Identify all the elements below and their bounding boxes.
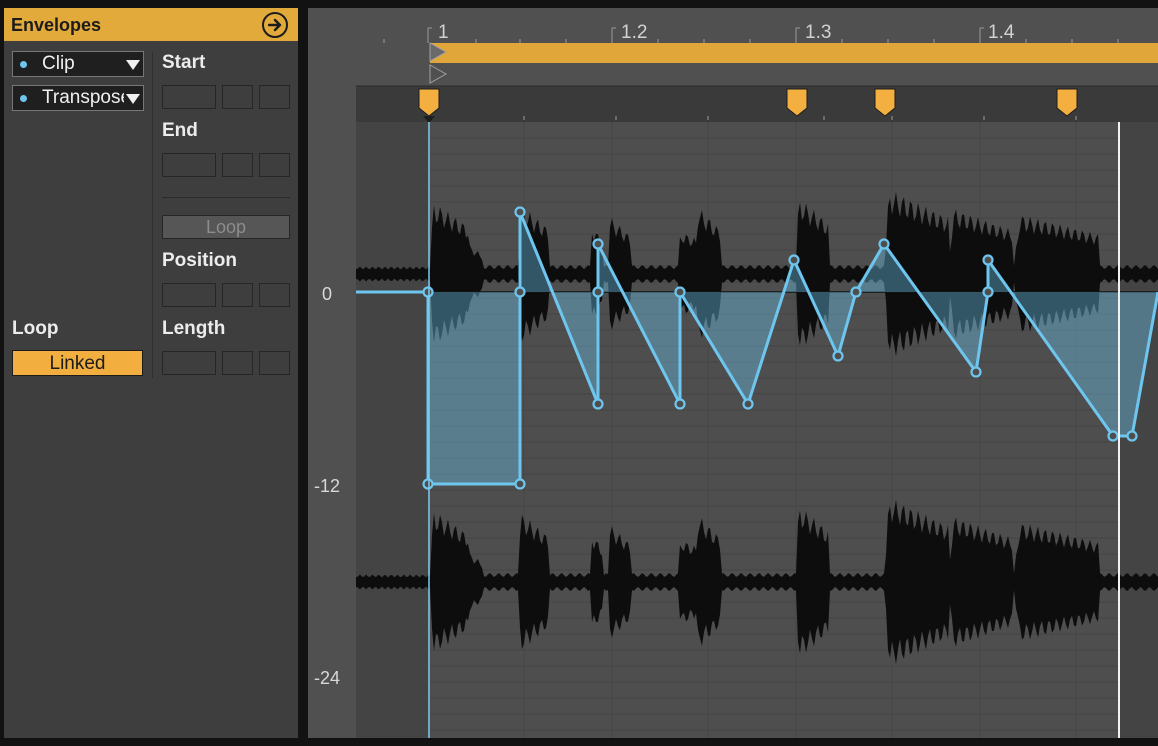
envelope-breakpoint[interactable] (788, 254, 800, 266)
ruler-bar-label: 1.2 (621, 22, 647, 43)
position-sixteenth-field[interactable] (259, 283, 290, 307)
envelopes-panel: Envelopes Clip Transpose Start End Loop … (4, 8, 298, 738)
triangle-down-icon (126, 94, 140, 104)
ruler-bar-label: 1 (438, 22, 449, 43)
triangle-down-icon (126, 60, 140, 70)
axis-label: -24 (314, 668, 340, 688)
envelope-breakpoint[interactable] (592, 238, 604, 250)
envelopes-title: Envelopes (11, 15, 102, 35)
envelope-breakpoint[interactable] (850, 286, 862, 298)
linked-button[interactable]: Linked (12, 350, 143, 376)
envelopes-header: Envelopes (4, 8, 298, 41)
warp-marker-lane[interactable] (356, 86, 1158, 122)
envelope-breakpoint[interactable] (832, 350, 844, 362)
control-chooser-dropdown[interactable]: Transpose (12, 85, 144, 111)
length-beat-field[interactable] (222, 351, 253, 375)
envelope-breakpoint[interactable] (742, 398, 754, 410)
envelope-breakpoint[interactable] (982, 254, 994, 266)
envelope-breakpoint[interactable] (422, 478, 434, 490)
loop-toggle-button[interactable]: Loop (162, 215, 290, 239)
panel-divider (152, 52, 153, 378)
dot-icon (20, 95, 27, 102)
start-sixteenth-field[interactable] (259, 85, 290, 109)
envelope-breakpoint[interactable] (1126, 430, 1138, 442)
end-sixteenth-field[interactable] (259, 153, 290, 177)
envelope-breakpoint[interactable] (1107, 430, 1119, 442)
envelope-breakpoint[interactable] (514, 286, 526, 298)
loop-brace[interactable] (430, 43, 1158, 63)
end-label: End (162, 120, 198, 141)
ruler-bar-label: 1.4 (988, 22, 1015, 43)
dot-icon (20, 61, 27, 68)
length-sixteenth-field[interactable] (259, 351, 290, 375)
envelope-breakpoint[interactable] (592, 398, 604, 410)
envelope-breakpoint[interactable] (674, 398, 686, 410)
start-label: Start (162, 52, 206, 73)
position-beat-field[interactable] (222, 283, 253, 307)
ruler-bar-label: 1.3 (805, 22, 831, 43)
position-label: Position (162, 250, 237, 271)
envelope-breakpoint[interactable] (514, 478, 526, 490)
envelope-breakpoint[interactable] (674, 286, 686, 298)
loop-label: Loop (12, 318, 59, 339)
section-divider (162, 197, 290, 198)
envelope-breakpoint[interactable] (422, 286, 434, 298)
start-bar-field[interactable] (162, 85, 216, 109)
length-bar-field[interactable] (162, 351, 216, 375)
end-bar-field[interactable] (162, 153, 216, 177)
axis-label: 0 (322, 284, 332, 304)
envelope-breakpoint[interactable] (878, 238, 890, 250)
arrow-right-circle-icon[interactable] (262, 12, 288, 38)
control-chooser-label: Transpose (42, 87, 124, 108)
axis-label: -12 (314, 476, 340, 496)
device-chooser-label: Clip (42, 53, 75, 74)
start-beat-field[interactable] (222, 85, 253, 109)
envelope-breakpoint[interactable] (514, 206, 526, 218)
envelope-grid (356, 122, 1158, 738)
envelope-editor-canvas[interactable]: 1 1.2 1.3 1.4 0 -12 -24 (308, 8, 1158, 738)
end-beat-field[interactable] (222, 153, 253, 177)
envelope-breakpoint[interactable] (970, 366, 982, 378)
value-axis (308, 122, 356, 738)
envelope-breakpoint[interactable] (592, 286, 604, 298)
device-chooser-dropdown[interactable]: Clip (12, 51, 144, 77)
envelope-breakpoint[interactable] (982, 286, 994, 298)
length-label: Length (162, 318, 226, 339)
position-bar-field[interactable] (162, 283, 216, 307)
envelope-editor: 1 1.2 1.3 1.4 0 -12 -24 (308, 8, 1158, 738)
